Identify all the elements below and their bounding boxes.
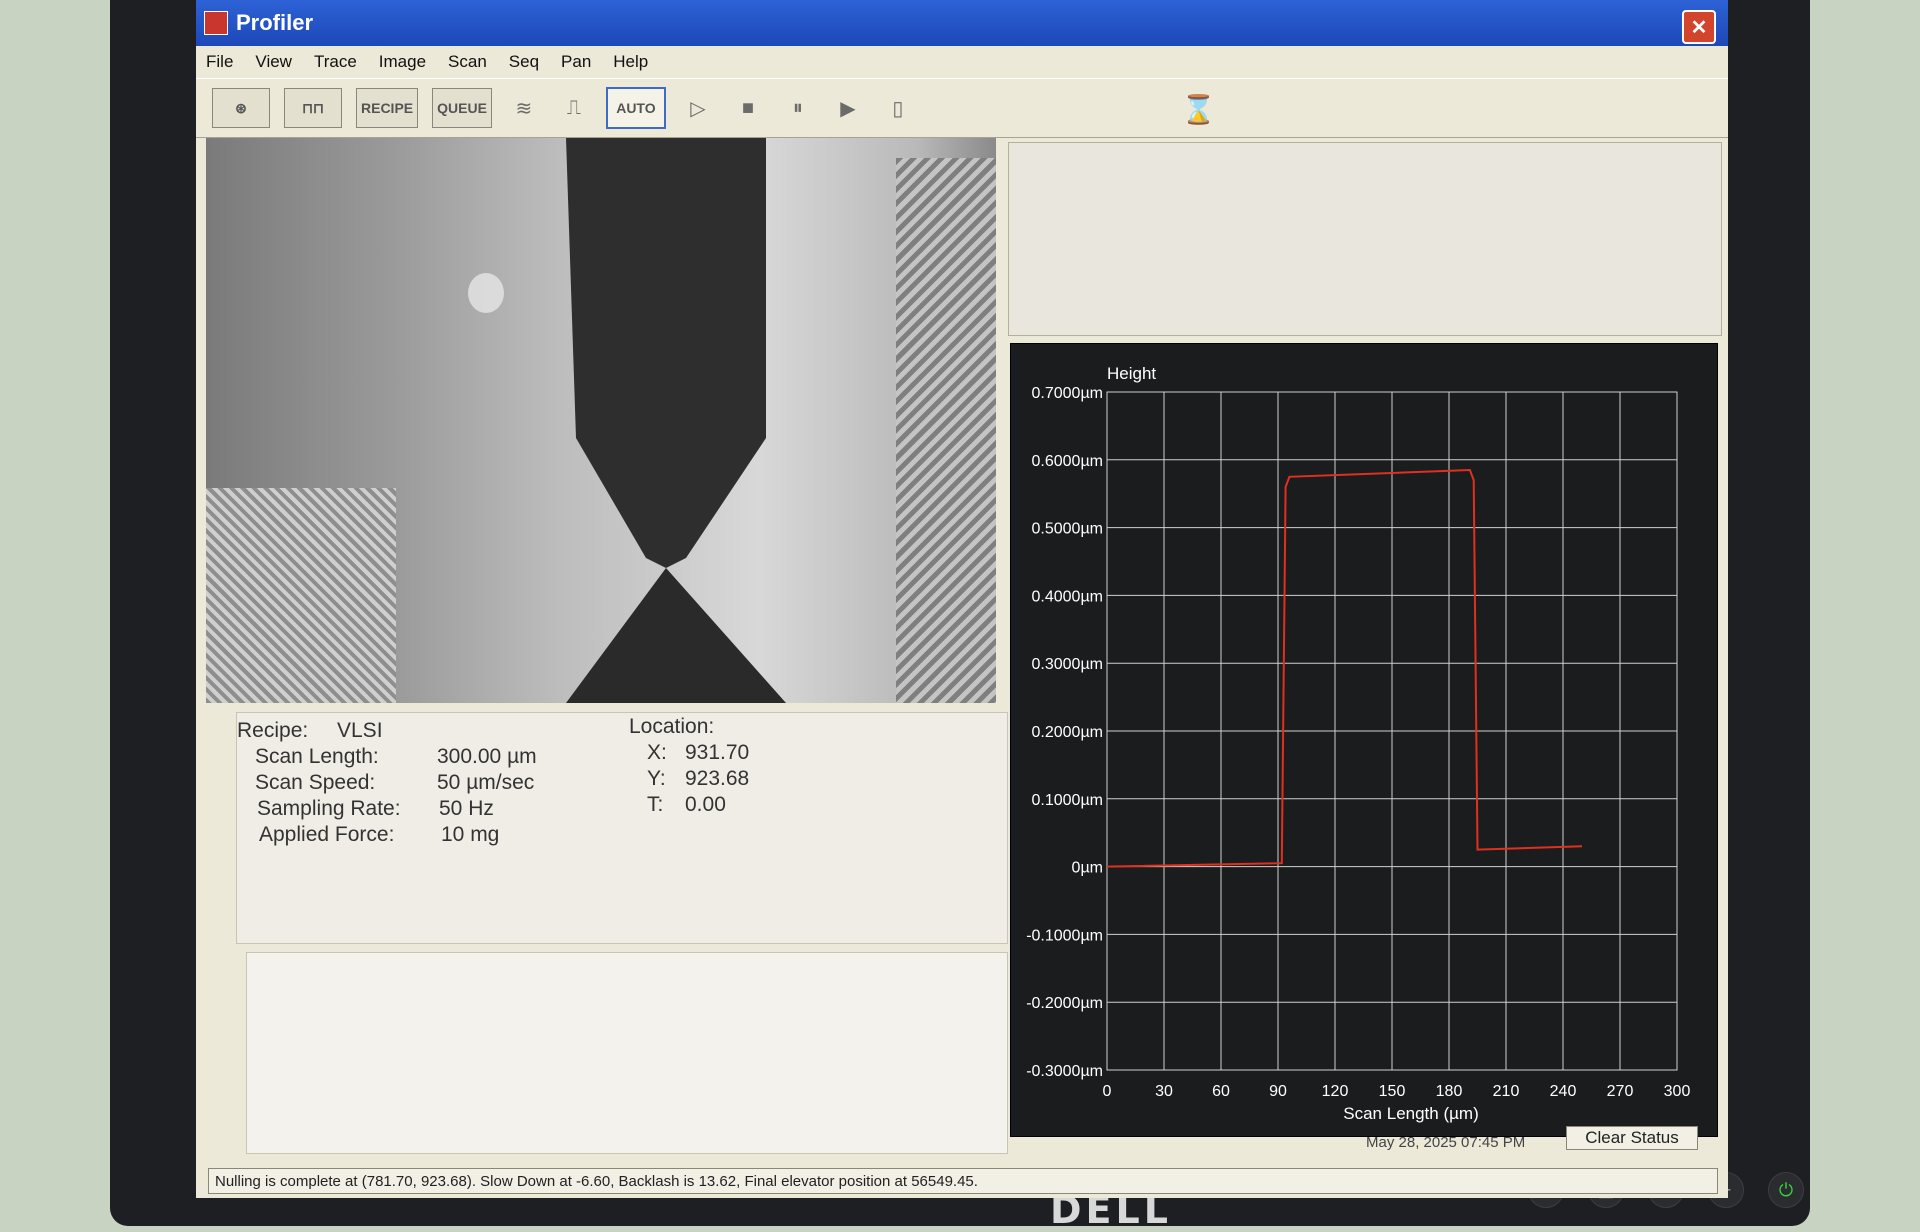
y-tick-label: 0.1000µm (1032, 792, 1103, 809)
menu-pan[interactable]: Pan (561, 52, 591, 72)
menu-scan[interactable]: Scan (448, 52, 487, 72)
x-tick-label: 240 (1550, 1083, 1577, 1100)
menu-seq[interactable]: Seq (509, 52, 539, 72)
run-icon[interactable]: ▷ (680, 89, 716, 127)
stage-button[interactable]: ⊛ (212, 88, 270, 128)
y-tick-label: 0µm (1072, 860, 1103, 877)
x-tick-label: 60 (1212, 1083, 1230, 1100)
step-icon[interactable]: ▯ (880, 89, 916, 127)
tower-icon: ⊓⊓ (302, 99, 324, 116)
y-label: Y: (647, 767, 666, 790)
x-tick-label: 90 (1269, 1083, 1287, 1100)
power-icon[interactable]: ⏻ (1768, 1172, 1804, 1208)
camera-view[interactable] (206, 138, 996, 703)
x-tick-label: 210 (1493, 1083, 1520, 1100)
profiler-window: Profiler ✕ File View Trace Image Scan Se… (196, 0, 1728, 1198)
menu-help[interactable]: Help (613, 52, 648, 72)
chart-canvas: 0.7000µm 0.6000µm 0.5000µm 0.4000µm 0.3000µm… (1026, 364, 1691, 1123)
y-tick-label: 0.2000µm (1032, 724, 1103, 741)
trace-icon[interactable]: ≋ (506, 89, 542, 127)
menu-view[interactable]: View (255, 52, 292, 72)
y-tick-label: 0.4000µm (1032, 588, 1103, 605)
y-tick-label: 0.7000µm (1032, 385, 1103, 402)
x-tick-label: 180 (1436, 1083, 1463, 1100)
height-chart[interactable]: 0.7000µm 0.6000µm 0.5000µm 0.4000µm 0.3000µm… (1010, 343, 1718, 1137)
y-tick-label: 0.3000µm (1032, 656, 1103, 673)
menu-bar: File View Trace Image Scan Seq Pan Help (196, 46, 1728, 78)
x-tick-labels: 0 30 60 90 120 150 180 210 240 270 300 (1103, 1083, 1691, 1100)
x-tick-label: 0 (1103, 1083, 1112, 1100)
x-tick-label: 300 (1664, 1083, 1691, 1100)
y-value: 923.68 (685, 767, 750, 790)
x-tick-label: 150 (1379, 1083, 1406, 1100)
step-scan-icon[interactable]: ⎍ (556, 89, 592, 127)
auto-scan-label: AUTO (616, 100, 656, 116)
t-label: T: (647, 793, 664, 816)
clear-status-button[interactable]: Clear Status (1566, 1126, 1698, 1150)
x-tick-label: 30 (1155, 1083, 1173, 1100)
scan-speed-value: 50 µm/sec (437, 771, 535, 794)
x-tick-label: 120 (1322, 1083, 1349, 1100)
status-datetime: May 28, 2025 07:45 PM (1366, 1134, 1526, 1151)
scan-info-panel: Recipe: VLSI Scan Length: 300.00 µm Scan… (236, 712, 1008, 944)
recipe-button[interactable]: RECIPE (356, 88, 419, 128)
chart-grid (1106, 391, 1678, 1071)
queue-button[interactable]: QUEUE (432, 88, 492, 128)
sampling-rate-value: 50 Hz (439, 797, 494, 820)
status-bar: Nulling is complete at (781.70, 923.68).… (208, 1168, 1718, 1194)
y-tick-label: 0.5000µm (1032, 521, 1103, 538)
recipe-label: Recipe: (237, 719, 309, 742)
y-tick-label: -0.3000µm (1026, 1063, 1103, 1080)
menu-trace[interactable]: Trace (314, 52, 357, 72)
menu-file[interactable]: File (206, 52, 233, 72)
x-tick-label: 270 (1607, 1083, 1634, 1100)
y-tick-label: -0.1000µm (1026, 927, 1103, 944)
x-axis-label: Scan Length (µm) (1343, 1104, 1478, 1123)
close-button[interactable]: ✕ (1682, 10, 1716, 44)
chart-title: Height (1107, 364, 1156, 383)
menu-image[interactable]: Image (379, 52, 426, 72)
stop-icon[interactable]: ■ (730, 89, 766, 127)
window-title: Profiler (236, 10, 314, 35)
toolbar: ⊛ ⊓⊓ RECIPE QUEUE ≋ ⎍ AUTO ▷ ■ ⏸ ▶ ▯ ⌛ (196, 78, 1728, 138)
stage-icon: ⊛ (235, 99, 247, 116)
lower-panel (246, 952, 1008, 1154)
app-icon (204, 11, 228, 35)
scan-speed-label: Scan Speed: (255, 771, 376, 794)
t-value: 0.00 (685, 793, 726, 816)
pause-icon[interactable]: ⏸ (780, 89, 816, 127)
scan-length-value: 300.00 µm (437, 745, 537, 768)
x-value: 931.70 (685, 741, 750, 764)
y-tick-label: -0.2000µm (1026, 995, 1103, 1012)
stylus-image (468, 138, 786, 703)
hourglass-icon: ⌛ (1181, 94, 1216, 125)
title-bar: Profiler ✕ (196, 0, 1728, 46)
sampling-rate-label: Sampling Rate: (257, 797, 401, 820)
applied-force-label: Applied Force: (259, 823, 395, 846)
applied-force-value: 10 mg (441, 823, 500, 846)
y-tick-label: 0.6000µm (1032, 453, 1103, 470)
x-label: X: (647, 741, 667, 764)
y-tick-labels: 0.7000µm 0.6000µm 0.5000µm 0.4000µm 0.3000µm… (1026, 385, 1103, 1080)
tower-button[interactable]: ⊓⊓ (284, 88, 342, 128)
play-icon[interactable]: ▶ (830, 89, 866, 127)
auto-scan-button[interactable]: AUTO (605, 87, 666, 129)
scan-length-label: Scan Length: (255, 745, 379, 768)
top-right-panel (1008, 142, 1722, 336)
location-label: Location: (629, 715, 715, 738)
recipe-value: VLSI (337, 719, 383, 742)
